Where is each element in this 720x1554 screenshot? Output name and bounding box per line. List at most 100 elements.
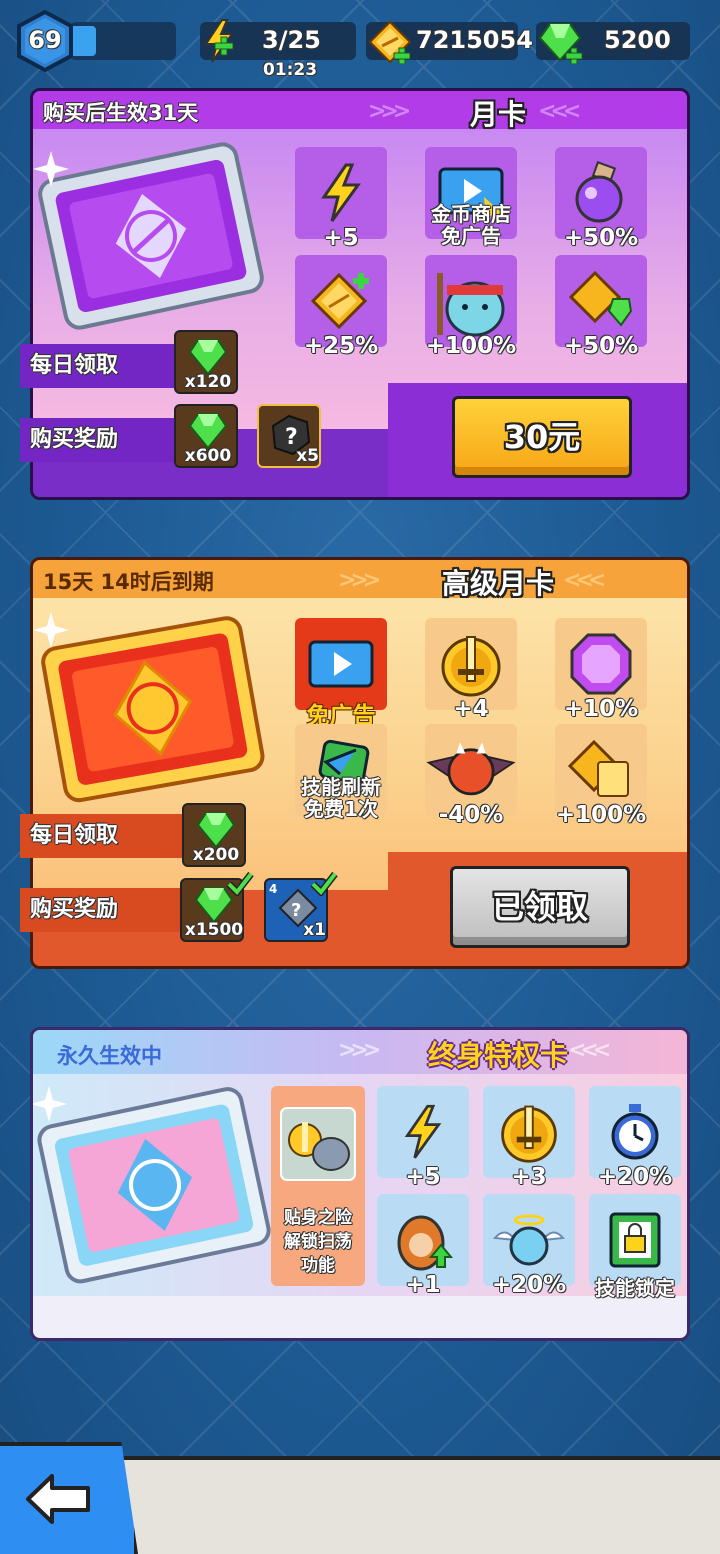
premium-card-art (33, 612, 265, 803)
lifetime-card-title: 终身特权卡 (427, 1039, 568, 1072)
monthly-perk-6: +50% (555, 255, 647, 359)
gold-coin-icon (310, 272, 369, 330)
item-count: x1 (303, 920, 326, 940)
buy-monthly-card-button[interactable]: 30元 (452, 396, 632, 478)
purple-gem-icon (570, 633, 632, 695)
gem-icon (188, 339, 228, 376)
perk-label: 金币商店 免广告 (431, 202, 511, 248)
gem-icon (188, 413, 228, 450)
premium-perk-2: +4 (425, 618, 517, 722)
lifetime-card-panel: 永久生效中 >>> <<< 终身特权卡 贴身之险 解锁扫荡 功能 +5 +3 +… (30, 1027, 690, 1341)
monthly-card-title: 月卡 (469, 98, 526, 131)
premium-perk-6: +100% (555, 724, 647, 828)
energy-icon (204, 19, 234, 63)
perk-label: 技能锁定 (595, 1276, 675, 1300)
gem-icon (538, 23, 583, 64)
monthly-card-status: 购买后生效31天 (43, 101, 199, 125)
sword-medal-icon (501, 1105, 557, 1163)
item-level: 4 (269, 882, 278, 896)
lifetime-perk-1: +5 (377, 1086, 469, 1190)
premium-card-status: 15天 14时后到期 (43, 570, 214, 594)
energy-counter[interactable]: 3/25 (200, 19, 356, 63)
angel-icon (493, 1214, 565, 1266)
premium-purchase-gems: x1500 (180, 871, 254, 942)
energy-timer: 01:23 (262, 60, 318, 80)
item-count: x600 (184, 446, 232, 466)
claimed-button[interactable]: 已领取 (450, 866, 630, 948)
gold-ticket-icon (568, 739, 629, 797)
devil-icon (426, 742, 516, 796)
gold-value: 7215054 (416, 26, 533, 54)
perk-label: +20% (597, 1164, 673, 1190)
back-arrow-icon (26, 1474, 90, 1524)
back-button[interactable] (0, 1442, 138, 1554)
premium-daily-gems: x200 (182, 803, 246, 867)
premium-perk-4: 技能刷新 免费1次 (295, 724, 387, 820)
premium-card-header: 15天 14时后到期 >>> <<< 高级月卡 (33, 560, 687, 600)
perk-label: +5 (405, 1164, 441, 1190)
perk-label: +3 (511, 1164, 547, 1190)
perk-label: +4 (453, 696, 489, 722)
monthly-purchase-mystery: ? x5 (257, 404, 321, 468)
item-count: x200 (192, 845, 240, 865)
premium-perk-5: -40% (425, 724, 517, 828)
gem-counter[interactable]: 5200 (536, 22, 690, 64)
premium-card-title: 高级月卡 (441, 567, 554, 600)
energy-icon (404, 1104, 442, 1159)
perk-label: +10% (563, 696, 639, 722)
gold-counter[interactable]: 7215054 (366, 20, 533, 64)
gem-value: 5200 (604, 26, 671, 54)
purchase-label: 购买奖励 (30, 427, 119, 452)
energy-value: 3/25 (262, 26, 321, 54)
button-label: 已领取 (491, 888, 588, 926)
perk-label: +20% (491, 1272, 567, 1298)
lifetime-card-art (33, 1086, 271, 1284)
lifetime-special-perk: 贴身之险 解锁扫荡 功能 (271, 1086, 365, 1286)
lifetime-card-header: 永久生效中 >>> <<< 终身特权卡 (33, 1030, 687, 1074)
gem-icon (196, 812, 236, 849)
perk-label: +50% (563, 333, 639, 359)
premium-daily-ribbon: 每日领取 (20, 814, 188, 858)
item-count: x5 (296, 446, 319, 466)
monthly-daily-gems: x120 (174, 330, 238, 394)
xp-bar (70, 22, 176, 60)
video-ad-icon (308, 640, 374, 688)
premium-purchase-ribbon: 购买奖励 (20, 888, 188, 932)
top-bar: 69 3/25 01:23 7215054 5200 (0, 0, 720, 90)
stopwatch-icon (611, 1104, 659, 1160)
daily-label: 每日领取 (30, 823, 119, 848)
monthly-card-art (33, 142, 264, 330)
premium-purchase-skill-box: 4 ? x1 (264, 871, 338, 942)
perk-label: 技能刷新 免费1次 (301, 775, 381, 821)
monthly-purchase-gems: x600 (174, 404, 238, 468)
hero-upgrade-icon (397, 1215, 453, 1271)
monthly-perk-2: 金币商店 免广告 (425, 147, 517, 247)
level-badge[interactable]: 69 (16, 10, 74, 72)
perk-label: +25% (303, 333, 379, 359)
level-value: 69 (28, 26, 62, 54)
perk-label: +50% (563, 225, 639, 251)
price-label: 30元 (503, 418, 581, 456)
perk-label: +1 (405, 1272, 441, 1298)
purchase-label: 购买奖励 (30, 897, 119, 922)
gold-gem-icon (569, 270, 633, 327)
special-perk-label: 贴身之险 解锁扫荡 功能 (284, 1208, 352, 1276)
check-icon (310, 871, 338, 896)
monthly-perk-5: +100% (425, 255, 517, 359)
bottom-bar-panel (118, 1456, 720, 1554)
sword-medal-icon (441, 636, 501, 697)
pet-icon (437, 273, 505, 337)
monthly-daily-ribbon: 每日领取 (20, 344, 180, 388)
premium-perk-3: +10% (555, 618, 647, 722)
sweep-pet-icon (280, 1107, 356, 1181)
lifetime-perk-5: +20% (483, 1194, 575, 1298)
monthly-perk-3: +50% (555, 147, 647, 251)
monthly-perk-1: +5 (295, 147, 387, 251)
premium-perk-1: 免广告 (295, 618, 387, 729)
perk-label: -40% (438, 802, 504, 828)
lock-icon (609, 1212, 661, 1268)
bottom-bar (0, 1442, 720, 1554)
potion-icon (575, 161, 623, 223)
daily-label: 每日领取 (30, 353, 119, 378)
lifetime-perk-6: 技能锁定 (589, 1194, 681, 1300)
